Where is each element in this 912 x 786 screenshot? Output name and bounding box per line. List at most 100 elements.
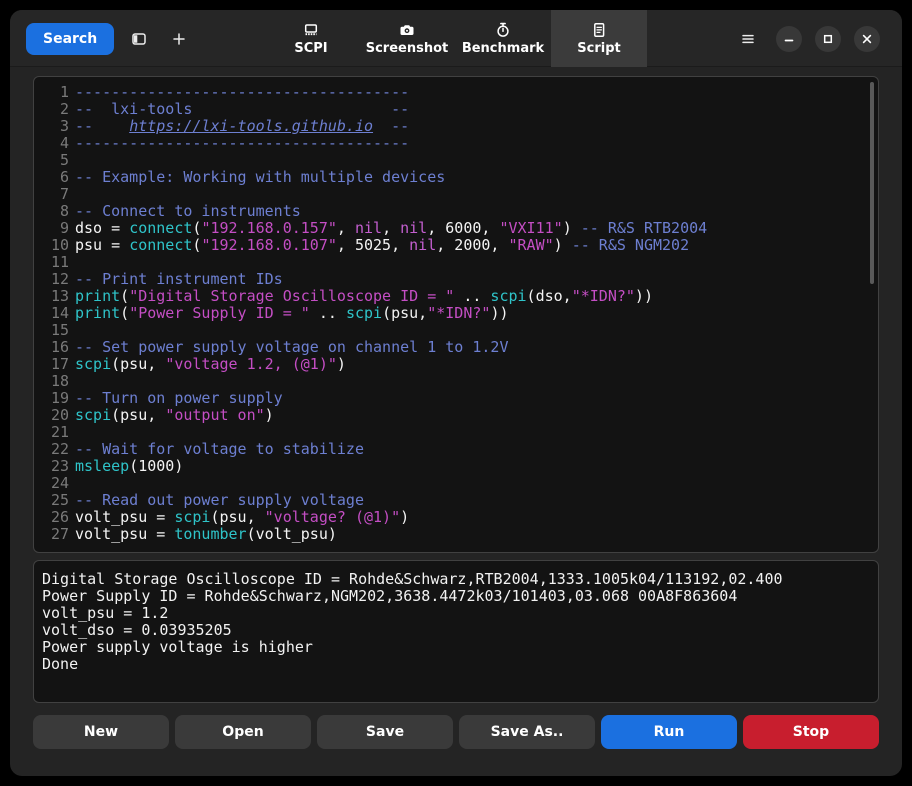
code-text: scpi(psu, "voltage 1.2, (@1)"): [75, 356, 346, 373]
code-text: dso = connect("192.168.0.157", nil, nil,…: [75, 220, 707, 237]
sidebar-toggle-icon: [131, 31, 147, 47]
console-line: Power supply voltage is higher: [42, 639, 870, 656]
code-line: 10psu = connect("192.168.0.107", 5025, n…: [40, 237, 878, 254]
stop-button[interactable]: Stop: [743, 715, 879, 749]
search-button[interactable]: Search: [26, 23, 114, 55]
line-number: 14: [40, 305, 69, 322]
code-line: 9 dso = connect("192.168.0.157", nil, nil…: [40, 220, 878, 237]
line-number: 10: [40, 237, 69, 254]
code-line: 2-- lxi-tools --: [40, 101, 878, 118]
code-text: volt_psu = tonumber(volt_psu): [75, 526, 337, 543]
header-bar: Search: [10, 10, 902, 67]
line-number: 23: [40, 458, 69, 475]
tab-benchmark[interactable]: Benchmark: [455, 10, 551, 67]
line-number: 8: [40, 203, 69, 220]
line-number: 26: [40, 509, 69, 526]
tab-script-label: Script: [577, 41, 620, 56]
sidebar-toggle-button[interactable]: [124, 24, 154, 54]
code-line: 5: [40, 152, 878, 169]
line-number: 24: [40, 475, 69, 492]
stopwatch-icon: [495, 22, 511, 38]
console-lines: Digital Storage Oscilloscope ID = Rohde&…: [42, 571, 870, 673]
tab-script[interactable]: Script: [551, 10, 647, 67]
code-line: 27 volt_psu = tonumber(volt_psu): [40, 526, 878, 543]
code-line: 11: [40, 254, 878, 271]
terminal-icon: [303, 22, 319, 38]
console-line: volt_psu = 1.2: [42, 605, 870, 622]
code-text: -- Turn on power supply: [75, 390, 283, 407]
console-line: Done: [42, 656, 870, 673]
action-bar: New Open Save Save As.. Run Stop: [33, 715, 879, 749]
tab-screenshot[interactable]: Screenshot: [359, 10, 455, 67]
tab-scpi[interactable]: SCPI: [263, 10, 359, 67]
code-line: 26volt_psu = scpi(psu, "voltage? (@1)"): [40, 509, 878, 526]
console-line: Power Supply ID = Rohde&Schwarz,NGM202,3…: [42, 588, 870, 605]
code-line: 18: [40, 373, 878, 390]
code-text: -- Example: Working with multiple device…: [75, 169, 445, 186]
header-right-cluster: [733, 10, 880, 67]
minimize-button[interactable]: [776, 26, 802, 52]
line-number: 4: [40, 135, 69, 152]
new-tab-button[interactable]: [164, 24, 194, 54]
code-text: [75, 186, 84, 203]
line-number: 27: [40, 526, 69, 543]
output-console: Digital Storage Oscilloscope ID = Rohde&…: [33, 560, 879, 703]
new-button[interactable]: New: [33, 715, 169, 749]
code-line: 16-- Set power supply voltage on channel…: [40, 339, 878, 356]
maximize-button[interactable]: [815, 26, 841, 52]
save-button[interactable]: Save: [317, 715, 453, 749]
editor-scrollbar[interactable]: [870, 82, 874, 284]
tab-strip: SCPI Screenshot: [263, 10, 647, 67]
line-number: 17: [40, 356, 69, 373]
code-text: [75, 152, 84, 169]
code-line: 4 -------------------------------------: [40, 135, 878, 152]
close-button[interactable]: [854, 26, 880, 52]
code-line: 3-- https://lxi-tools.github.io --: [40, 118, 878, 135]
line-number: 19: [40, 390, 69, 407]
minimize-icon: [781, 31, 797, 47]
tab-screenshot-label: Screenshot: [366, 41, 449, 56]
script-icon: [591, 22, 607, 38]
script-editor[interactable]: 1-------------------------------------2-…: [33, 76, 879, 553]
code-line: 1-------------------------------------: [40, 84, 878, 101]
line-number: 12: [40, 271, 69, 288]
line-number: 5: [40, 152, 69, 169]
code-line: 7: [40, 186, 878, 203]
line-number: 22: [40, 441, 69, 458]
open-button[interactable]: Open: [175, 715, 311, 749]
tab-scpi-label: SCPI: [294, 41, 327, 56]
code-text: -- Read out power supply voltage: [75, 492, 364, 509]
code-lines: 1-------------------------------------2-…: [40, 84, 878, 543]
code-line: 23 msleep(1000): [40, 458, 878, 475]
line-number: 6: [40, 169, 69, 186]
code-text: -- Connect to instruments: [75, 203, 301, 220]
tab-benchmark-label: Benchmark: [462, 41, 544, 56]
hamburger-icon: [740, 31, 756, 47]
code-line: 17 scpi(psu, "voltage 1.2, (@1)"): [40, 356, 878, 373]
line-number: 16: [40, 339, 69, 356]
code-line: 13 print("Digital Storage Oscilloscope ID…: [40, 288, 878, 305]
code-text: msleep(1000): [75, 458, 183, 475]
menu-button[interactable]: [733, 24, 763, 54]
code-line: 15: [40, 322, 878, 339]
code-text: print("Digital Storage Oscilloscope ID =…: [75, 288, 653, 305]
line-number: 9: [40, 220, 69, 237]
console-line: Digital Storage Oscilloscope ID = Rohde&…: [42, 571, 870, 588]
line-number: 3: [40, 118, 69, 135]
code-line: 22-- Wait for voltage to stabilize: [40, 441, 878, 458]
camera-icon: [399, 22, 415, 38]
close-icon: [859, 31, 875, 47]
code-line: 12-- Print instrument IDs: [40, 271, 878, 288]
save-as-button[interactable]: Save As..: [459, 715, 595, 749]
line-number: 18: [40, 373, 69, 390]
code-text: [75, 424, 84, 441]
console-line: volt_dso = 0.03935205: [42, 622, 870, 639]
run-button[interactable]: Run: [601, 715, 737, 749]
line-number: 13: [40, 288, 69, 305]
code-line: 24: [40, 475, 878, 492]
line-number: 25: [40, 492, 69, 509]
header-left-cluster: Search: [26, 10, 194, 67]
code-text: -------------------------------------: [75, 135, 409, 152]
code-text: -------------------------------------: [75, 84, 409, 101]
line-number: 11: [40, 254, 69, 271]
